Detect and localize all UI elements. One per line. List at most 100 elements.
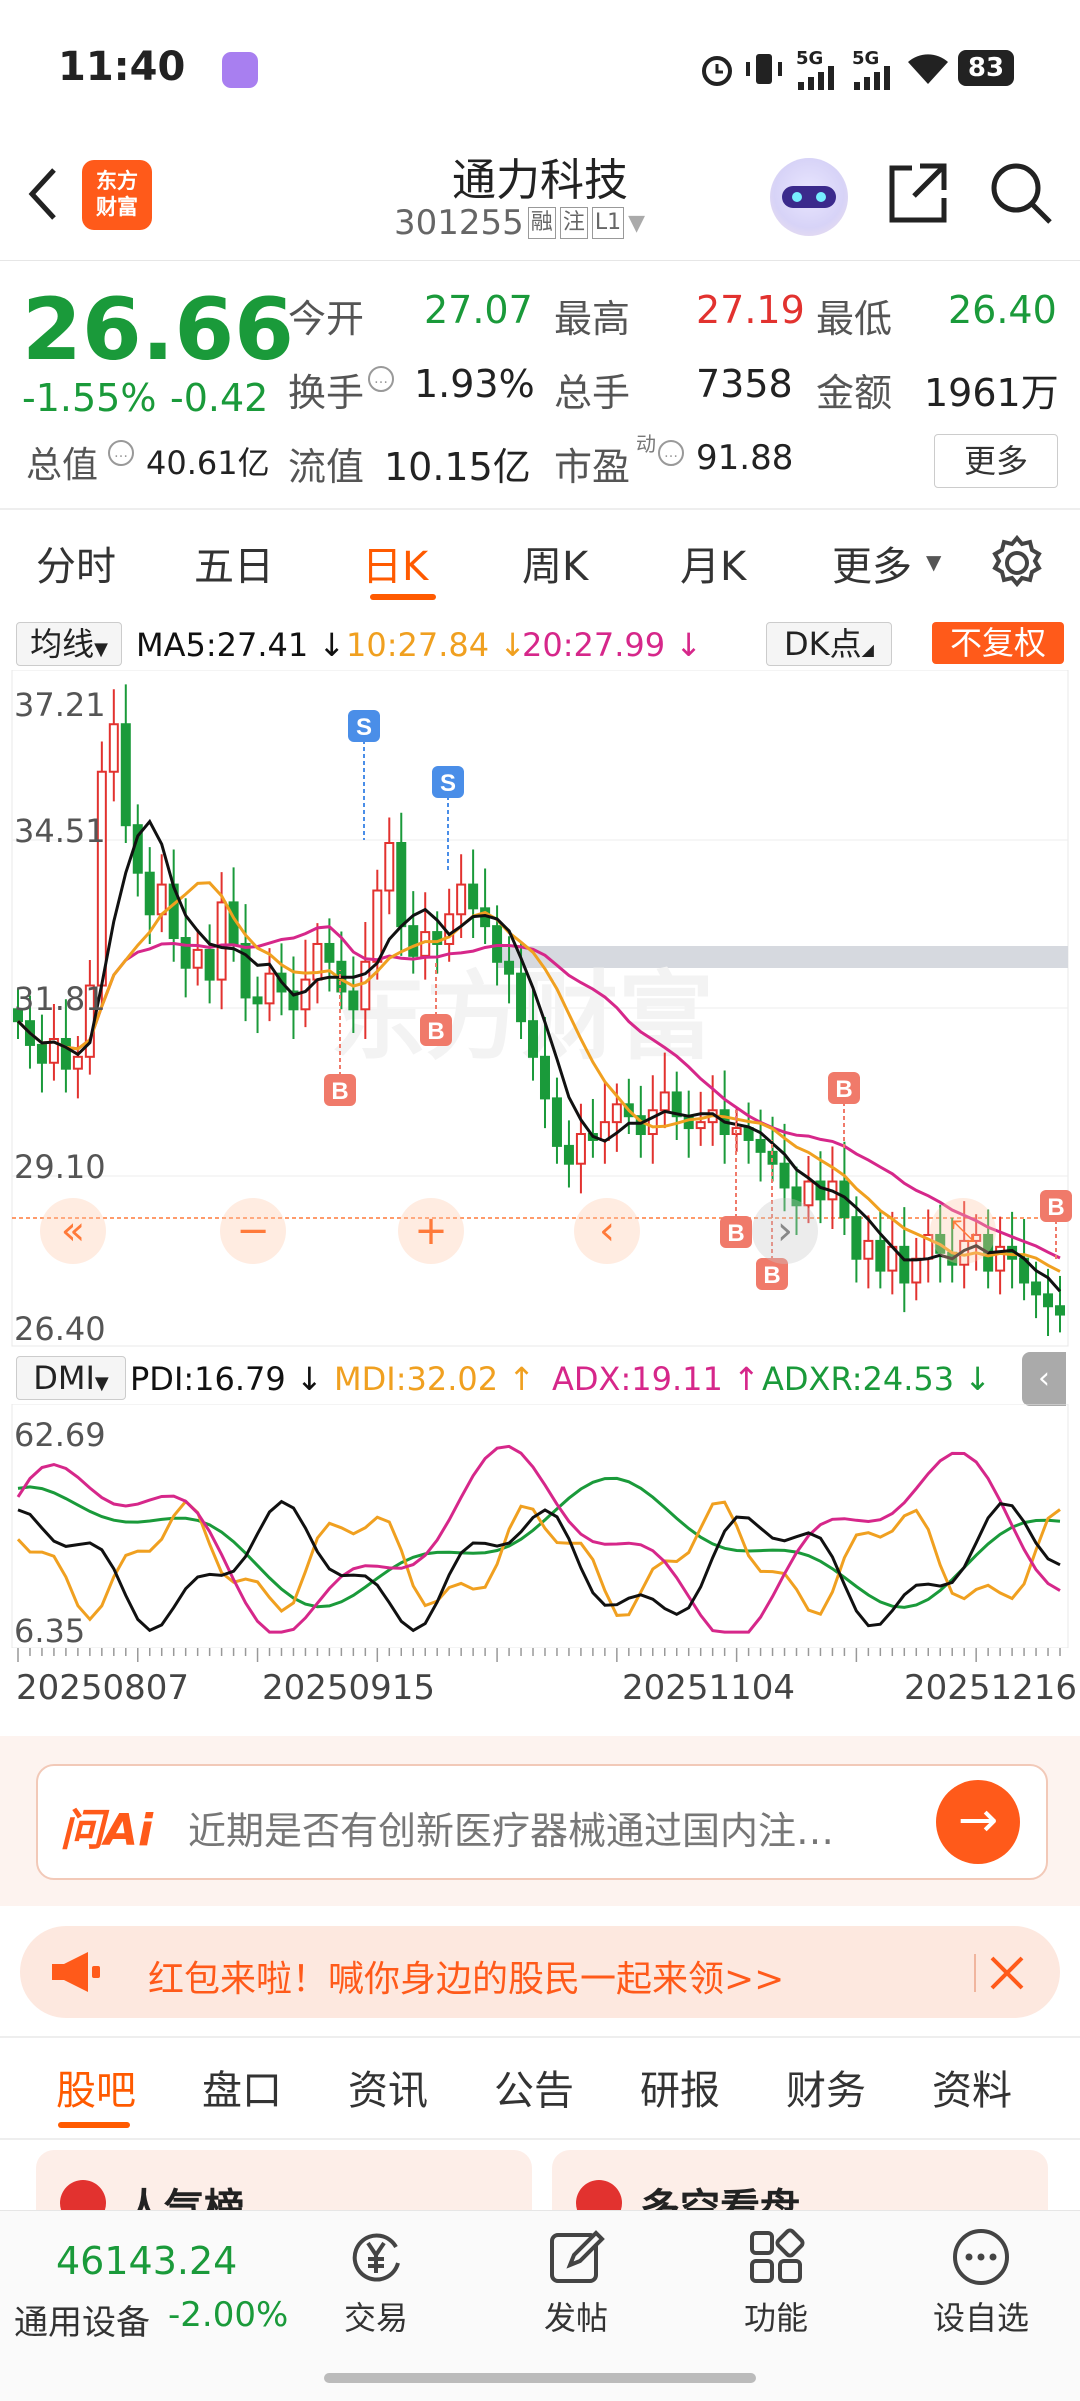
scroll-left-far-button[interactable]: «: [40, 1198, 106, 1264]
change-percent: -1.55%: [22, 376, 157, 420]
candle-body: [1043, 1293, 1054, 1308]
candle-body: [408, 925, 419, 957]
scroll-left-button[interactable]: ‹: [574, 1198, 640, 1264]
caret-down-icon: ▼: [628, 210, 646, 236]
value-market-cap: 40.61亿: [146, 444, 270, 482]
kline-chart[interactable]: 东方财富 SSBBBBBB 37.21 34.51 31.81 29.10 26…: [0, 670, 1080, 1350]
more-button[interactable]: 更多: [934, 434, 1058, 488]
close-icon[interactable]: [986, 1952, 1028, 1994]
function-button[interactable]: 功能: [716, 2221, 836, 2339]
candle-body: [695, 1121, 706, 1130]
candle-body: [516, 972, 527, 1023]
tab-research[interactable]: 研报: [640, 2058, 720, 2116]
candle-body: [180, 937, 191, 969]
candle-body: [144, 871, 155, 916]
add-watchlist-label: 设自选: [932, 2299, 1029, 2337]
ai-search-box[interactable]: 问Ai 近期是否有创新医疗器械通过国内注… →: [36, 1764, 1048, 1880]
candle-body: [348, 990, 359, 1011]
tab-guba[interactable]: 股吧: [56, 2058, 136, 2116]
ma20-value: 20:27.99 ↓: [522, 626, 703, 664]
value-low: 26.40: [948, 288, 1057, 332]
collapse-panel-button[interactable]: ‹: [1022, 1352, 1066, 1406]
tab-more-caret-icon: ▼: [926, 550, 942, 574]
add-watchlist-button[interactable]: 设自选: [916, 2221, 1046, 2339]
dk-point-button[interactable]: DK点◢: [766, 622, 892, 666]
share-icon[interactable]: [886, 160, 950, 226]
marker-label: B: [427, 1018, 444, 1045]
candle-body: [312, 942, 323, 981]
card-long-short[interactable]: 多空看盘: [552, 2150, 1048, 2210]
signal-bars-2-icon: [854, 66, 894, 90]
tab-five-day[interactable]: 五日: [194, 534, 274, 592]
candle-body: [372, 889, 383, 963]
candle-body: [468, 883, 479, 910]
candle-body: [659, 1091, 670, 1112]
content-tab-underline: [58, 2122, 130, 2128]
info-icon[interactable]: …: [368, 366, 394, 392]
post-button[interactable]: 发帖: [516, 2221, 636, 2339]
arrow-up-icon: ↑: [733, 1360, 760, 1398]
candle-body: [396, 842, 407, 928]
tab-news[interactable]: 资讯: [348, 2058, 428, 2116]
candle-body: [899, 1245, 910, 1284]
tab-announcement[interactable]: 公告: [494, 2058, 574, 2116]
info-icon-3[interactable]: …: [658, 440, 684, 466]
tab-finance[interactable]: 财务: [786, 2058, 866, 2116]
zoom-in-button[interactable]: +: [398, 1198, 464, 1264]
tag-margin: 融: [527, 207, 556, 239]
arrow-down-icon: ↓: [675, 626, 703, 664]
settings-gear-icon[interactable]: [988, 534, 1046, 592]
ma-selector[interactable]: 均线▼: [16, 622, 122, 666]
candle-body: [528, 1020, 539, 1058]
dmi-chart[interactable]: 62.69 6.35: [0, 1404, 1080, 1650]
scroll-right-button[interactable]: ›: [752, 1198, 818, 1264]
tab-daily-k[interactable]: 日K: [362, 534, 428, 592]
candle-body: [611, 1103, 622, 1124]
tab-pankou[interactable]: 盘口: [202, 2058, 282, 2116]
ai-section: 问Ai 近期是否有创新医疗器械通过国内注… →: [0, 1736, 1080, 1906]
pe-sup: 动: [636, 432, 656, 456]
card-popularity[interactable]: 人气榜: [36, 2150, 532, 2210]
value-pe: 91.88: [696, 438, 794, 478]
candle-body: [360, 960, 371, 1011]
candle-body: [492, 925, 503, 963]
adjust-button[interactable]: 不复权: [932, 622, 1064, 664]
fullscreen-button[interactable]: ⤡: [930, 1198, 996, 1264]
period-tabs: 分时 五日 日K 周K 月K 更多 ▼: [0, 512, 1080, 616]
ai-go-button[interactable]: →: [936, 1780, 1020, 1864]
candle-body: [779, 1162, 790, 1189]
info-icon-2[interactable]: …: [108, 440, 134, 466]
card-long-short-title: 多空看盘: [640, 2186, 800, 2210]
tab-monthly-k[interactable]: 月K: [680, 534, 746, 592]
arrow-down-icon: ↓: [964, 1360, 992, 1398]
card-popularity-title: 人气榜: [124, 2186, 244, 2210]
tab-more[interactable]: 更多: [832, 534, 912, 592]
date-label-1: 20250807: [16, 1668, 190, 1708]
tag-level: L1: [591, 207, 625, 239]
candle-body: [156, 883, 167, 916]
stock-code-row[interactable]: 301255 融 注 L1 ▼: [394, 200, 694, 246]
zoom-out-button[interactable]: −: [220, 1198, 286, 1264]
app-notification-icon: [222, 52, 258, 88]
search-icon[interactable]: [988, 160, 1054, 226]
caret-down-icon: ▼: [94, 639, 108, 660]
value-open: 27.07: [424, 288, 533, 332]
marker-label: B: [835, 1076, 852, 1103]
indicator-selector[interactable]: DMI▼: [16, 1356, 126, 1400]
label-low: 最低: [816, 297, 893, 341]
candle-body: [875, 1239, 886, 1272]
tab-intraday[interactable]: 分时: [36, 534, 116, 592]
arrow-down-icon: ↓: [318, 626, 346, 664]
post-label: 发帖: [543, 2299, 608, 2337]
date-label-4: 20251216: [904, 1668, 1078, 1708]
candle-body: [60, 1037, 71, 1070]
candle-body: [192, 948, 203, 969]
tab-profile[interactable]: 资料: [932, 2058, 1012, 2116]
signal-bars-icon: [798, 66, 838, 90]
ma5-value: MA5:27.41 ↓: [136, 626, 346, 664]
promo-banner[interactable]: 红包来啦！喊你身边的股民一起来领>>: [20, 1926, 1060, 2018]
date-axis: 20250807 20250915 20251104 20251216: [0, 1648, 1080, 1728]
robot-assistant-icon[interactable]: [770, 158, 848, 236]
trade-button[interactable]: 交易: [316, 2221, 436, 2339]
tab-weekly-k[interactable]: 周K: [522, 534, 588, 592]
